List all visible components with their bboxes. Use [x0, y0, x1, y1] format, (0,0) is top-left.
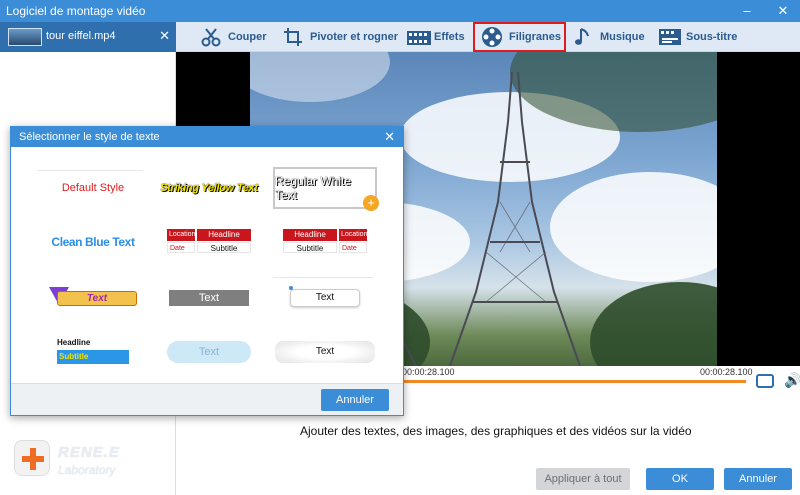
headline-tag: Headline: [197, 229, 251, 241]
date-tag: Date: [339, 242, 367, 253]
style-blue[interactable]: Clean Blue Text: [41, 221, 145, 263]
style-white[interactable]: Regular White Text +: [273, 167, 379, 211]
style-headline-left[interactable]: Location Date Headline Subtitle: [157, 221, 261, 263]
tool-label: Effets: [434, 31, 465, 43]
hs-subtitle: Subtitle: [57, 350, 129, 364]
minimize-button[interactable]: –: [738, 2, 756, 20]
brand-logo-icon: [14, 440, 50, 476]
current-time: 00:00:28.100: [402, 367, 455, 377]
grey-label: Text: [169, 290, 249, 306]
timeline[interactable]: 00:00:28.100 00:00:28.100 🔊: [400, 366, 800, 392]
style-fluffy[interactable]: Text: [273, 331, 377, 373]
pill-label: Text: [289, 286, 360, 307]
text-style-dialog: Sélectionner le style de texte ✕ Default…: [10, 126, 404, 416]
style-blue-label: Clean Blue Text: [51, 235, 135, 249]
style-grid: Default Style Striking Yellow Text Regul…: [11, 147, 403, 383]
add-style-icon[interactable]: +: [363, 195, 379, 211]
tool-label: Filigranes: [509, 31, 561, 43]
style-yellow[interactable]: Striking Yellow Text: [157, 167, 261, 209]
brand-name: RENE.E: [58, 444, 120, 461]
toolbar: Couper Pivoter et rogner Effets Filigran…: [176, 22, 800, 52]
style-cloud[interactable]: Text: [157, 331, 261, 373]
tool-label: Couper: [228, 31, 267, 43]
file-close-icon[interactable]: ✕: [159, 28, 170, 44]
film-reel-icon: [481, 26, 503, 48]
tool-musique[interactable]: Musique: [572, 24, 645, 50]
watermark-description: Ajouter des textes, des images, des grap…: [300, 424, 692, 438]
window-titlebar: Logiciel de montage vidéo – ✕: [0, 0, 800, 22]
cancel-button[interactable]: Annuler: [724, 468, 792, 490]
dialog-title: Sélectionner le style de texte: [19, 131, 160, 143]
location-tag: Location: [167, 229, 195, 241]
dialog-cancel-button[interactable]: Annuler: [321, 389, 389, 411]
subtitle-tag: Subtitle: [283, 242, 337, 253]
subtitle-icon: [658, 26, 681, 48]
fluffy-label: Text: [275, 341, 375, 363]
end-time: 00:00:28.100: [700, 367, 753, 377]
style-default-label: Default Style: [61, 182, 125, 194]
style-default[interactable]: Default Style: [41, 167, 145, 209]
scissors-icon: [200, 26, 222, 48]
apply-all-button[interactable]: Appliquer à tout: [536, 468, 630, 490]
window-title: Logiciel de montage vidéo: [6, 4, 146, 18]
tool-label: Sous-titre: [686, 31, 738, 43]
crop-rotate-icon: [282, 26, 304, 48]
music-note-icon: [572, 26, 594, 48]
date-tag: Date: [167, 242, 195, 253]
style-headline-right[interactable]: Headline Subtitle Location Date: [273, 221, 377, 263]
style-grey[interactable]: Text: [157, 277, 261, 319]
style-white-label: Regular White Text: [275, 174, 352, 202]
video-thumbnail: [8, 28, 42, 46]
speaker-icon[interactable]: 🔊: [784, 372, 800, 389]
tool-sous-titre[interactable]: Sous-titre: [658, 24, 737, 50]
hs-headline: Headline: [57, 338, 91, 347]
subtitle-tag: Subtitle: [197, 242, 251, 253]
dialog-close-icon[interactable]: ✕: [384, 129, 395, 145]
dialog-titlebar: Sélectionner le style de texte ✕: [11, 127, 403, 147]
cloud-label: Text: [167, 341, 251, 363]
headline-tag: Headline: [283, 229, 337, 241]
camera-icon[interactable]: [756, 374, 774, 388]
file-tab[interactable]: tour eiffel.mp4 ✕: [0, 22, 176, 52]
ok-button[interactable]: OK: [646, 468, 714, 490]
tool-label: Musique: [600, 31, 645, 43]
brand-tagline: Laboratory: [58, 463, 116, 477]
tool-label: Pivoter et rogner: [310, 31, 399, 43]
tool-effets[interactable]: Effets: [406, 24, 465, 50]
close-button[interactable]: ✕: [774, 2, 792, 20]
tool-filigranes[interactable]: Filigranes: [473, 22, 566, 52]
timeline-progress-bar[interactable]: [400, 380, 746, 383]
style-yellow-label: Striking Yellow Text: [160, 182, 258, 194]
style-headline-subtitle[interactable]: Headline Subtitle: [41, 331, 145, 373]
location-tag: Location: [339, 229, 367, 241]
style-banner[interactable]: Text: [41, 277, 145, 319]
banner-label: Text: [57, 291, 137, 306]
tool-pivoter[interactable]: Pivoter et rogner: [282, 24, 398, 50]
file-name: tour eiffel.mp4: [46, 30, 116, 42]
style-pill[interactable]: Text: [273, 277, 377, 319]
effects-film-icon: [406, 26, 431, 48]
tool-couper[interactable]: Couper: [200, 24, 267, 50]
dialog-footer: Annuler: [11, 383, 403, 415]
